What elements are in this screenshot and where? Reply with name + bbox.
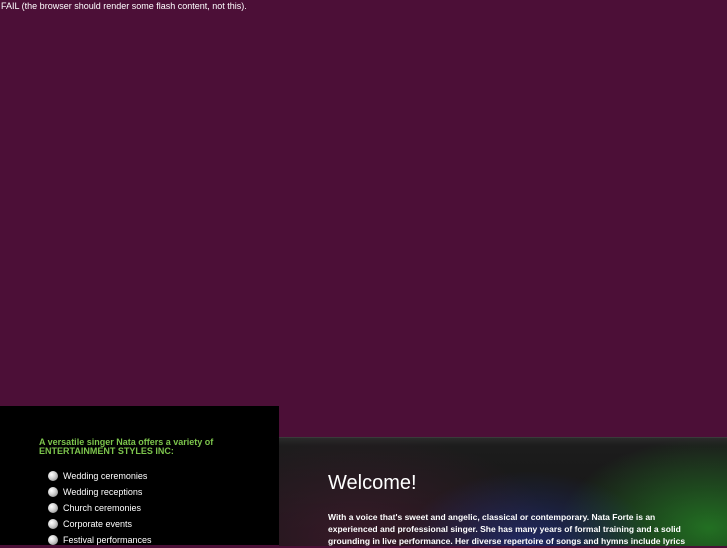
intro-line-2: ENTERTAINMENT STYLES INC: xyxy=(39,446,174,456)
service-item-church-ceremonies: Church ceremonies xyxy=(48,500,152,516)
service-label: Wedding receptions xyxy=(63,487,143,497)
service-label: Church ceremonies xyxy=(63,503,142,513)
round-bullet-icon xyxy=(48,487,58,497)
service-label: Corporate events xyxy=(63,519,133,529)
page: { "fail_message": "FAIL (the browser sho… xyxy=(0,0,727,546)
main-content: Welcome! With a voice that's sweet and a… xyxy=(279,437,727,546)
service-label: Wedding ceremonies xyxy=(63,471,148,481)
round-bullet-icon xyxy=(48,471,58,481)
paragraph-line-2: experienced and professional singer. She… xyxy=(328,524,681,534)
round-bullet-icon xyxy=(48,503,58,513)
service-item-wedding-receptions: Wedding receptions xyxy=(48,484,152,500)
left-sidebar: A versatile singer Nata offers a variety… xyxy=(0,406,279,545)
fallback-message: FAIL (the browser should render some fla… xyxy=(1,1,247,11)
intro-text: A versatile singer Nata offers a variety… xyxy=(39,438,259,456)
service-item-corporate-events: Corporate events xyxy=(48,516,152,532)
intro-paragraph: With a voice that's sweet and angelic, c… xyxy=(328,511,706,547)
paragraph-line-1: With a voice that's sweet and angelic, c… xyxy=(328,512,656,522)
service-item-wedding-ceremonies: Wedding ceremonies xyxy=(48,468,152,484)
services-list: Wedding ceremonies Wedding receptions Ch… xyxy=(48,468,152,548)
round-bullet-icon xyxy=(48,519,58,529)
service-item-festival-performances: Festival performances xyxy=(48,532,152,548)
welcome-heading: Welcome! xyxy=(328,472,417,494)
service-label: Festival performances xyxy=(63,535,152,545)
round-bullet-icon xyxy=(48,535,58,545)
